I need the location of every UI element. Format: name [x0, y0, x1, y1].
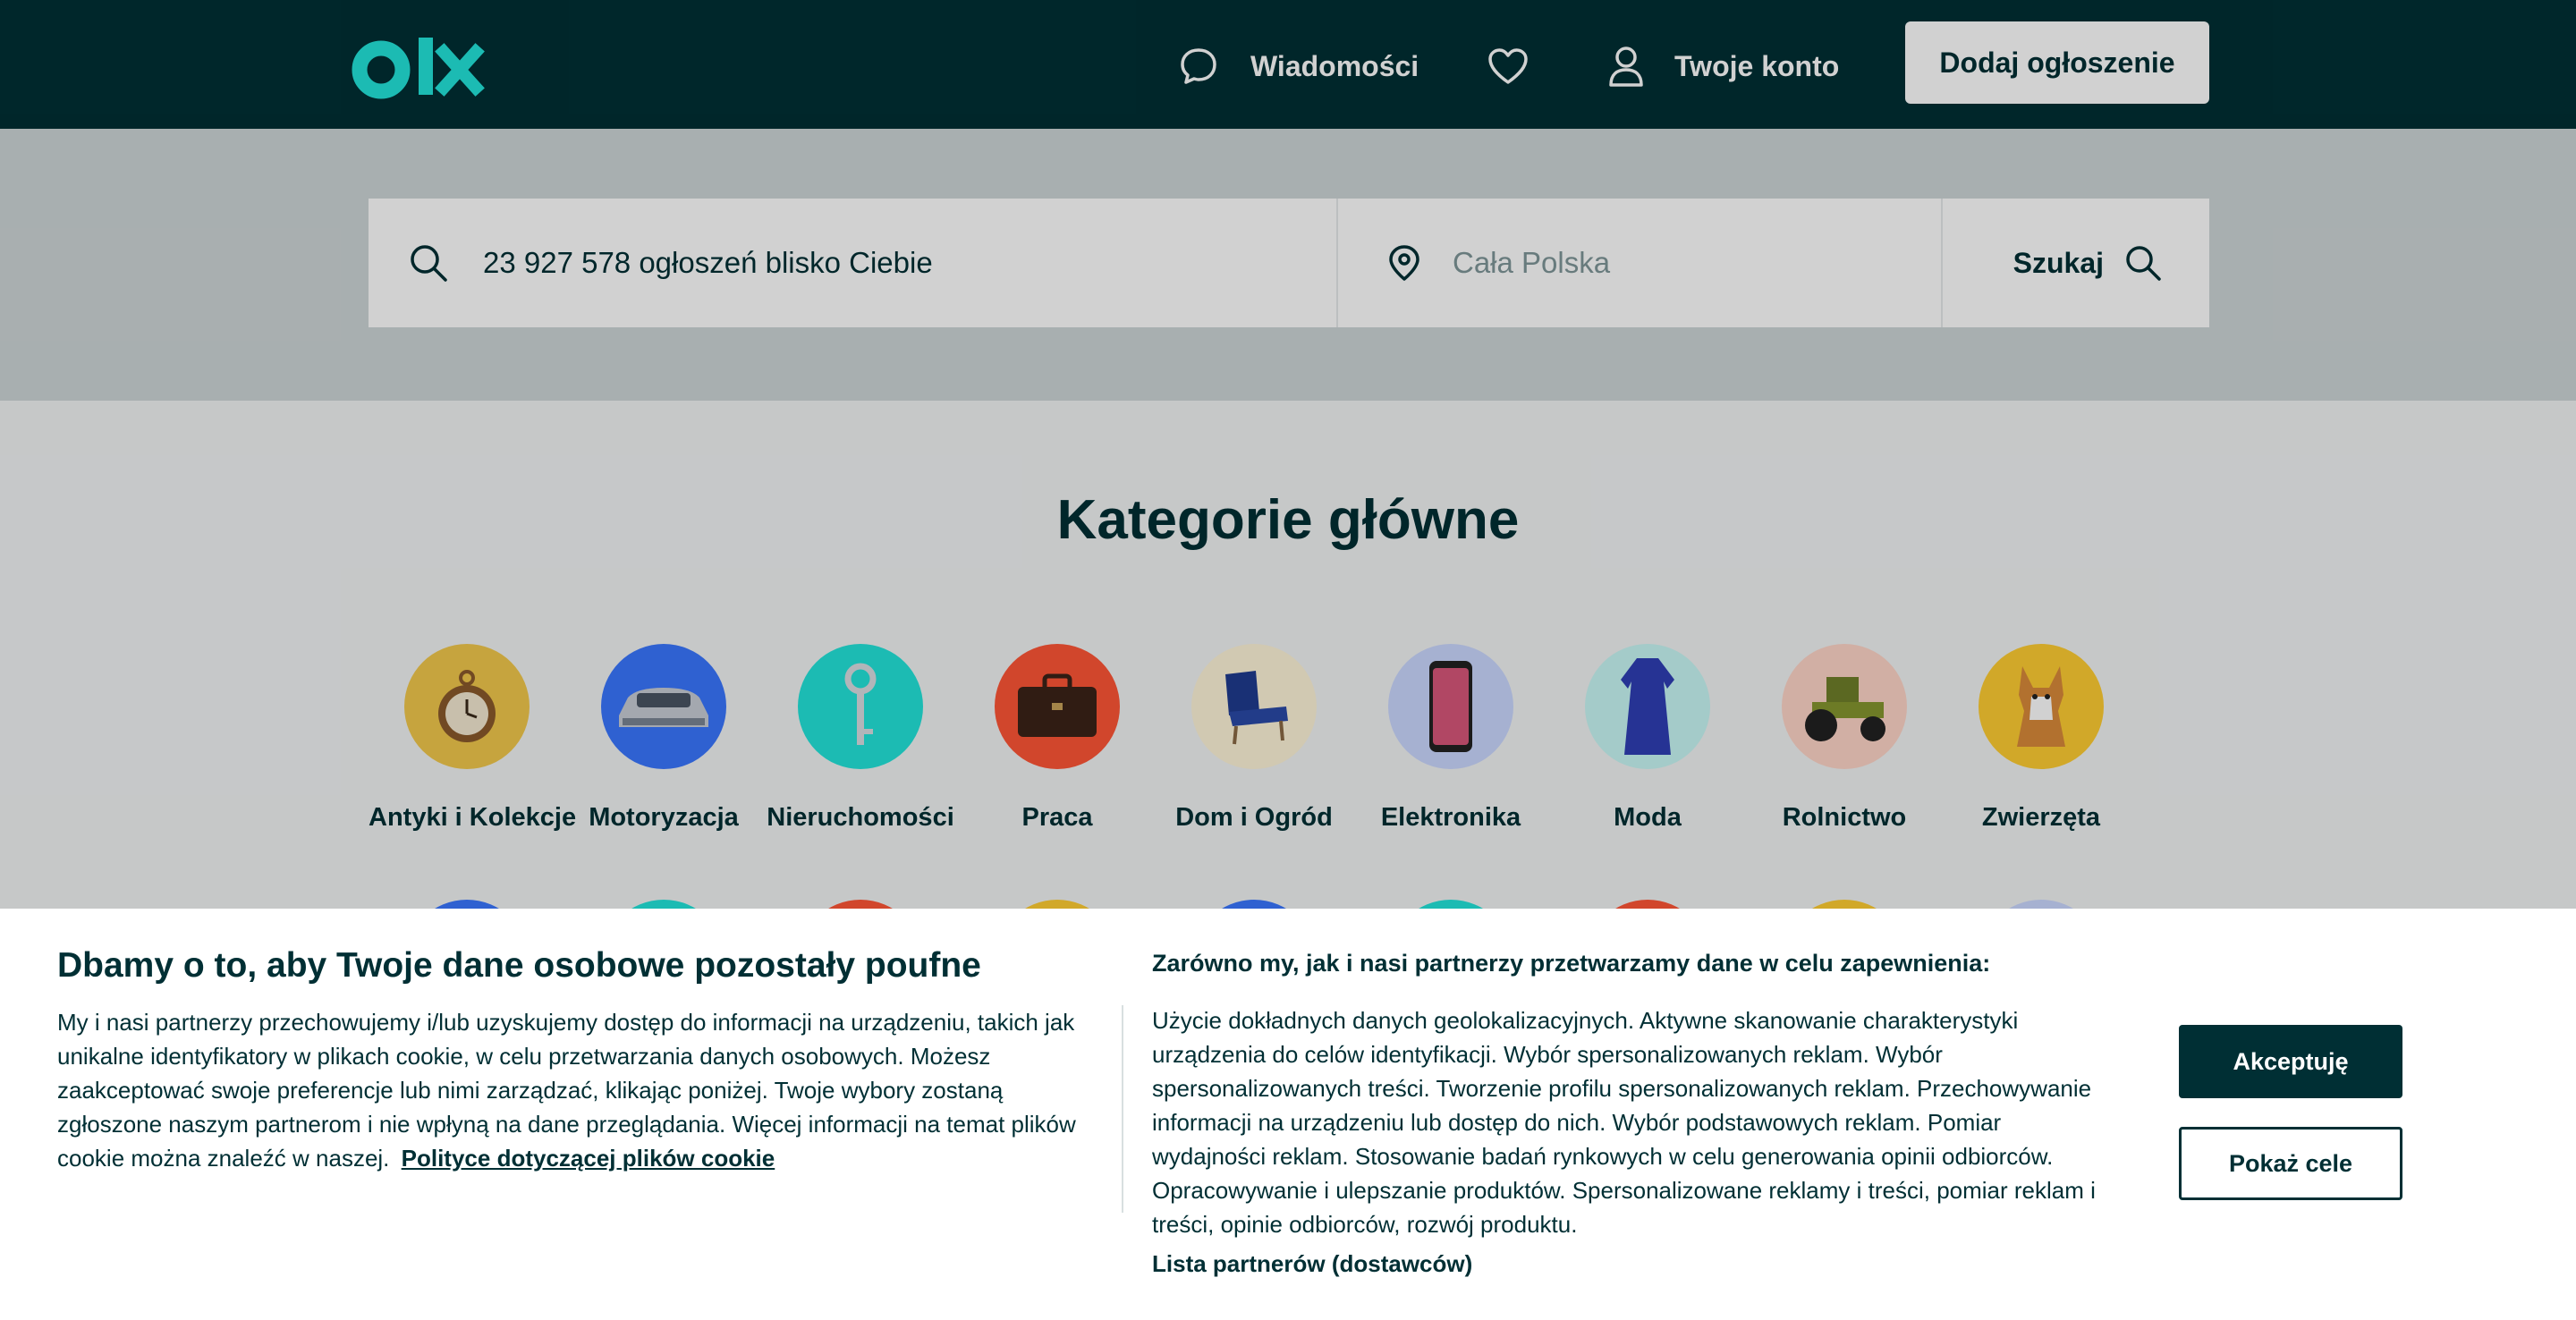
accept-cookies-button[interactable]: Akceptuję: [2179, 1025, 2402, 1098]
cookie-consent-banner: Dbamy o to, aby Twoje dane osobowe pozos…: [0, 909, 2576, 1320]
show-purposes-button[interactable]: Pokaż cele: [2179, 1127, 2402, 1200]
cookie-purposes-title: Zarówno my, jak i nasi partnerzy przetwa…: [1152, 950, 1991, 977]
partners-list-link[interactable]: Lista partnerów (dostawców): [1152, 1250, 1472, 1278]
cookie-purposes-text: Użycie dokładnych danych geolokalizacyjn…: [1152, 1007, 2096, 1238]
cookie-description: My i nasi partnerzy przechowujemy i/lub …: [57, 1005, 1095, 1175]
cookie-title: Dbamy o to, aby Twoje dane osobowe pozos…: [57, 946, 981, 985]
cookie-divider: [1122, 1005, 1123, 1213]
cookie-policy-link[interactable]: Polityce dotyczącej plików cookie: [402, 1145, 775, 1172]
